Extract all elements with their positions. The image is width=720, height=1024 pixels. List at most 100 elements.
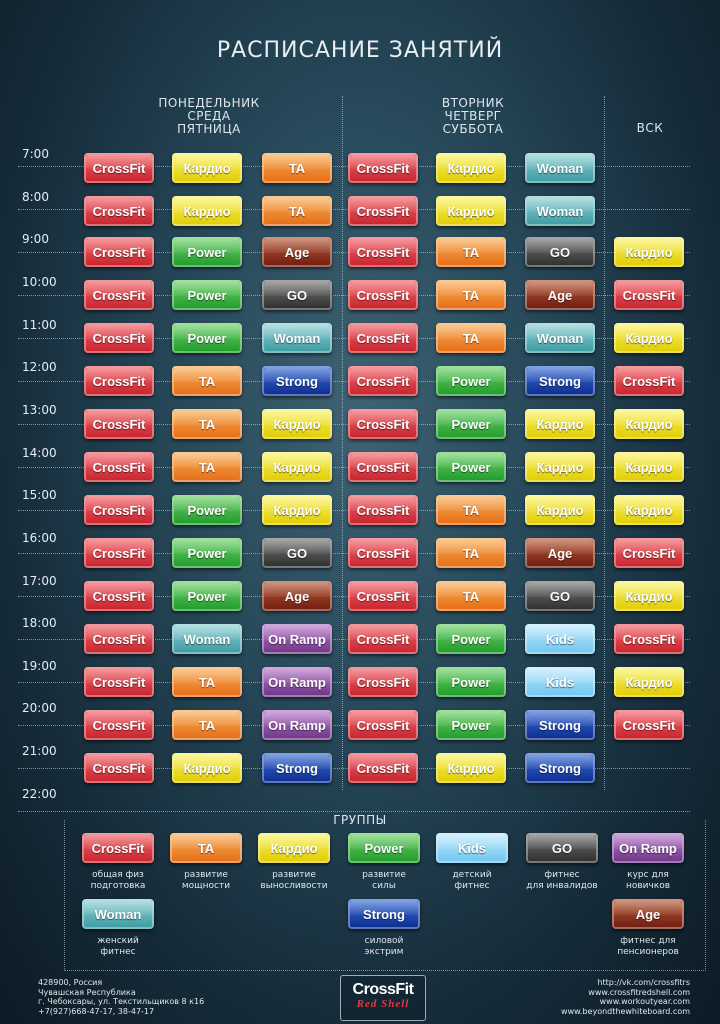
class-slot-cardio[interactable]: Кардио [525,495,595,525]
class-slot-kids[interactable]: Kids [525,667,595,697]
footer-link[interactable]: www.beyondthewhiteboard.com [561,1007,690,1017]
class-slot-cardio[interactable]: Кардио [436,196,506,226]
class-slot-ta[interactable]: TA [262,196,332,226]
class-slot-cardio[interactable]: Кардио [262,409,332,439]
class-slot-age[interactable]: Age [525,280,595,310]
class-slot-cardio[interactable]: Кардио [614,452,684,482]
class-slot-cardio[interactable]: Кардио [525,452,595,482]
class-slot-power[interactable]: Power [172,495,242,525]
class-slot-power[interactable]: Power [172,280,242,310]
class-slot-onramp[interactable]: On Ramp [262,624,332,654]
class-slot-woman[interactable]: Woman [525,153,595,183]
class-slot-crossfit[interactable]: CrossFit [614,280,684,310]
class-slot-cardio[interactable]: Кардио [436,153,506,183]
class-slot-crossfit[interactable]: CrossFit [84,495,154,525]
footer-link[interactable]: www.workoutyear.com [561,997,690,1007]
class-slot-kids[interactable]: Kids [525,624,595,654]
class-slot-crossfit[interactable]: CrossFit [348,538,418,568]
class-slot-onramp[interactable]: On Ramp [262,667,332,697]
class-slot-cardio[interactable]: Кардио [614,495,684,525]
class-slot-age[interactable]: Age [262,581,332,611]
class-slot-ta[interactable]: TA [172,409,242,439]
class-slot-strong[interactable]: Strong [525,366,595,396]
class-slot-go[interactable]: GO [262,538,332,568]
class-slot-woman[interactable]: Woman [262,323,332,353]
class-slot-crossfit[interactable]: CrossFit [348,237,418,267]
class-slot-cardio[interactable]: Кардио [262,452,332,482]
class-slot-age[interactable]: Age [262,237,332,267]
class-slot-power[interactable]: Power [172,323,242,353]
class-slot-crossfit[interactable]: CrossFit [614,366,684,396]
class-slot-ta[interactable]: TA [172,366,242,396]
class-slot-cardio[interactable]: Кардио [614,323,684,353]
class-slot-ta[interactable]: TA [436,581,506,611]
class-slot-cardio[interactable]: Кардио [172,153,242,183]
class-slot-crossfit[interactable]: CrossFit [348,710,418,740]
class-slot-crossfit[interactable]: CrossFit [348,581,418,611]
class-slot-crossfit[interactable]: CrossFit [348,667,418,697]
class-slot-strong[interactable]: Strong [262,753,332,783]
class-slot-power[interactable]: Power [436,624,506,654]
class-slot-crossfit[interactable]: CrossFit [84,280,154,310]
class-slot-cardio[interactable]: Кардио [614,409,684,439]
class-slot-crossfit[interactable]: CrossFit [84,667,154,697]
class-slot-cardio[interactable]: Кардио [262,495,332,525]
class-slot-crossfit[interactable]: CrossFit [348,452,418,482]
class-slot-ta[interactable]: TA [436,323,506,353]
class-slot-crossfit[interactable]: CrossFit [84,366,154,396]
class-slot-woman[interactable]: Woman [172,624,242,654]
class-slot-strong[interactable]: Strong [525,753,595,783]
class-slot-go[interactable]: GO [262,280,332,310]
class-slot-strong[interactable]: Strong [525,710,595,740]
class-slot-power[interactable]: Power [436,667,506,697]
class-slot-power[interactable]: Power [172,538,242,568]
class-slot-cardio[interactable]: Кардио [614,237,684,267]
class-slot-cardio[interactable]: Кардио [614,581,684,611]
class-slot-go[interactable]: GO [525,581,595,611]
class-slot-crossfit[interactable]: CrossFit [84,153,154,183]
class-slot-crossfit[interactable]: CrossFit [84,753,154,783]
class-slot-onramp[interactable]: On Ramp [262,710,332,740]
class-slot-crossfit[interactable]: CrossFit [348,409,418,439]
class-slot-crossfit[interactable]: CrossFit [84,538,154,568]
class-slot-strong[interactable]: Strong [262,366,332,396]
class-slot-crossfit[interactable]: CrossFit [348,280,418,310]
class-slot-crossfit[interactable]: CrossFit [348,753,418,783]
class-slot-crossfit[interactable]: CrossFit [84,581,154,611]
class-slot-ta[interactable]: TA [436,538,506,568]
class-slot-cardio[interactable]: Кардио [172,196,242,226]
class-slot-crossfit[interactable]: CrossFit [84,323,154,353]
class-slot-age[interactable]: Age [525,538,595,568]
class-slot-crossfit[interactable]: CrossFit [348,323,418,353]
class-slot-crossfit[interactable]: CrossFit [348,495,418,525]
class-slot-ta[interactable]: TA [436,237,506,267]
class-slot-power[interactable]: Power [436,366,506,396]
class-slot-crossfit[interactable]: CrossFit [348,624,418,654]
class-slot-ta[interactable]: TA [436,495,506,525]
class-slot-power[interactable]: Power [436,409,506,439]
class-slot-power[interactable]: Power [436,452,506,482]
class-slot-cardio[interactable]: Кардио [614,667,684,697]
class-slot-crossfit[interactable]: CrossFit [84,624,154,654]
class-slot-power[interactable]: Power [172,581,242,611]
class-slot-ta[interactable]: TA [262,153,332,183]
class-slot-crossfit[interactable]: CrossFit [84,452,154,482]
class-slot-cardio[interactable]: Кардио [436,753,506,783]
class-slot-crossfit[interactable]: CrossFit [84,409,154,439]
footer-link[interactable]: http://vk.com/crossfitrs [561,978,690,988]
footer-link[interactable]: www.crossfitredshell.com [561,988,690,998]
class-slot-cardio[interactable]: Кардио [172,753,242,783]
class-slot-crossfit[interactable]: CrossFit [348,366,418,396]
class-slot-crossfit[interactable]: CrossFit [84,196,154,226]
class-slot-ta[interactable]: TA [172,667,242,697]
class-slot-crossfit[interactable]: CrossFit [84,710,154,740]
class-slot-woman[interactable]: Woman [525,196,595,226]
class-slot-power[interactable]: Power [172,237,242,267]
class-slot-crossfit[interactable]: CrossFit [614,538,684,568]
class-slot-crossfit[interactable]: CrossFit [348,153,418,183]
class-slot-power[interactable]: Power [436,710,506,740]
class-slot-go[interactable]: GO [525,237,595,267]
class-slot-crossfit[interactable]: CrossFit [614,710,684,740]
class-slot-crossfit[interactable]: CrossFit [84,237,154,267]
class-slot-ta[interactable]: TA [172,710,242,740]
